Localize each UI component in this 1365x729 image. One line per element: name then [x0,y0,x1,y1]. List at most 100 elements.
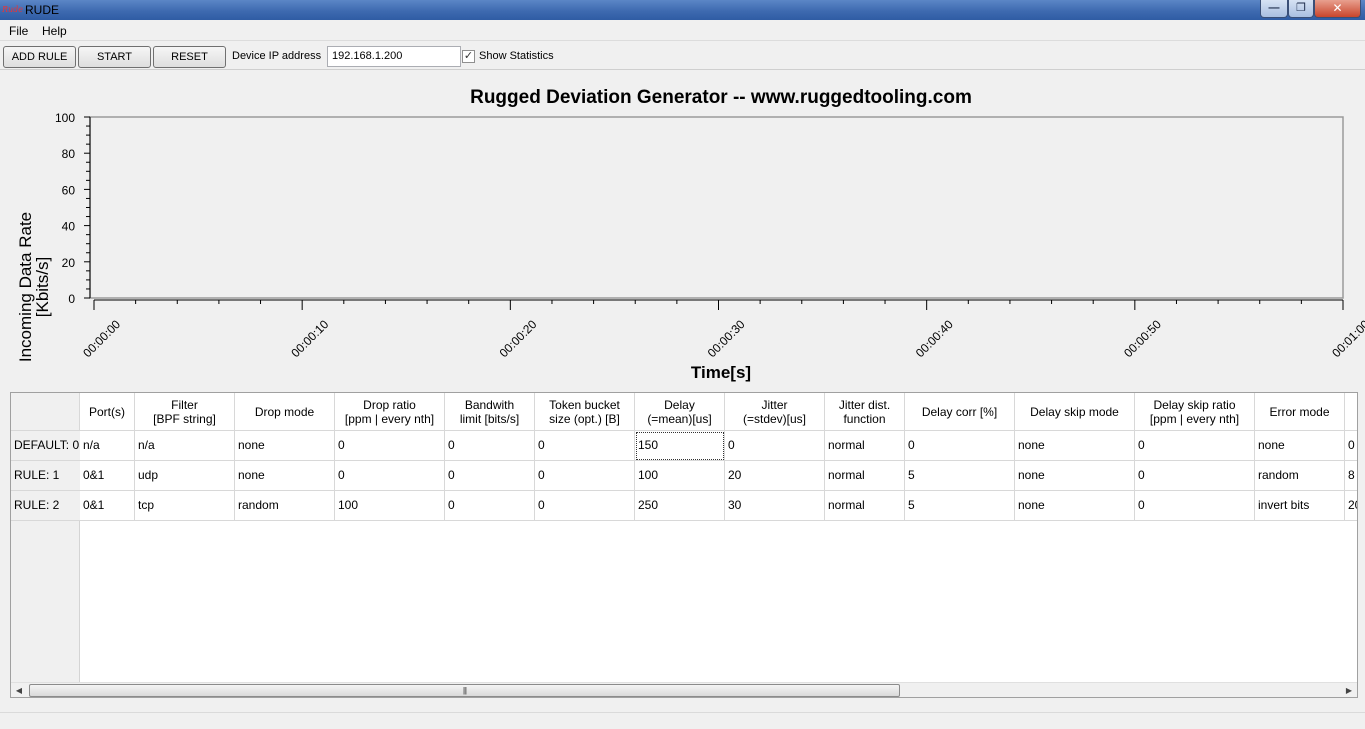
table-cell[interactable]: none [1015,491,1135,521]
rude-app-icon: Rude [2,5,24,14]
table-cell[interactable]: 8 [1345,461,1357,491]
table-cell[interactable]: none [1015,431,1135,461]
x-tick-label: 00:00:50 [1121,317,1164,360]
minimize-icon: — [1268,2,1280,14]
minimize-button[interactable]: — [1260,0,1288,18]
row-header[interactable]: DEFAULT: 0 [11,431,80,461]
x-tick-label: 00:00:30 [705,317,748,360]
chart-title: Rugged Deviation Generator -- www.rugged… [470,87,972,108]
checkmark-icon: ✓ [463,50,474,62]
table-cell[interactable]: 100 [635,461,725,491]
table-cell[interactable]: none [235,431,335,461]
table-cell[interactable]: 0 [905,431,1015,461]
window-title: RUDE [25,3,60,17]
table-cell[interactable]: none [235,461,335,491]
table-cell[interactable]: 0 [725,431,825,461]
table-cell[interactable]: 0 [1345,431,1357,461]
table-cell[interactable]: n/a [80,431,135,461]
table-cell[interactable]: 0&1 [80,491,135,521]
table-cell[interactable]: 0 [535,431,635,461]
table-cell[interactable]: 20 [1345,491,1357,521]
column-header[interactable]: Jitter dist. function [825,393,905,431]
y-tick-label: 60 [62,183,76,197]
y-tick-label: 20 [62,256,76,270]
scroll-left-icon[interactable]: ◀ [11,683,27,697]
column-header[interactable]: Delay skip mode [1015,393,1135,431]
table-cell[interactable]: none [1015,461,1135,491]
table-cell[interactable]: none [1255,431,1345,461]
title-bar: Rude RUDE — ❐ ✕ [0,0,1365,20]
scroll-right-icon[interactable]: ▶ [1341,683,1357,697]
column-header[interactable]: Jitter (=stdev)[us] [725,393,825,431]
restore-button[interactable]: ❐ [1288,0,1314,18]
table-cell[interactable]: 5 [905,461,1015,491]
table-cell[interactable]: random [235,491,335,521]
table-cell[interactable]: 30 [725,491,825,521]
column-header[interactable]: Drop ratio [ppm | every nth] [335,393,445,431]
table-cell[interactable]: 20 [725,461,825,491]
show-statistics-label: Show Statistics [479,50,554,62]
column-header[interactable]: Delay corr [%] [905,393,1015,431]
x-tick-label: 00:00:20 [497,317,540,360]
scrollbar-thumb[interactable]: ||| [29,684,900,697]
row-header[interactable]: RULE: 2 [11,491,80,521]
column-header[interactable]: Delay (=mean)[us] [635,393,725,431]
x-tick-label: 00:01:00 [1329,317,1365,360]
ip-label: Device IP address [232,50,322,62]
table-cell[interactable]: 250 [635,491,725,521]
table-cell[interactable]: n/a [135,431,235,461]
table-cell[interactable]: 100 [335,491,445,521]
column-header[interactable] [1345,393,1357,431]
table-cell[interactable]: 150 [635,431,725,461]
reset-button[interactable]: RESET [153,46,226,68]
row-header[interactable]: RULE: 1 [11,461,80,491]
table-cell[interactable]: 5 [905,491,1015,521]
device-ip-input[interactable]: 192.168.1.200 [327,46,461,67]
table-cell[interactable]: normal [825,461,905,491]
table-cell[interactable]: 0 [1135,461,1255,491]
x-tick-label: 00:00:00 [80,317,123,360]
incoming-rate-chart: Rugged Deviation Generator -- www.rugged… [16,87,1365,382]
menu-help[interactable]: Help [42,24,67,38]
column-header[interactable]: Error mode [1255,393,1345,431]
menu-bar: File Help [0,21,1365,41]
table-cell[interactable]: 0 [335,431,445,461]
table-cell[interactable]: udp [135,461,235,491]
column-header[interactable]: Token bucket size (opt.) [B] [535,393,635,431]
x-tick-label: 00:00:10 [288,317,331,360]
close-button[interactable]: ✕ [1314,0,1361,18]
y-tick-label: 80 [62,147,76,161]
horizontal-scrollbar[interactable]: ◀ ||| ▶ [11,682,1357,697]
corner-header [11,393,80,431]
table-cell[interactable]: random [1255,461,1345,491]
status-bar [0,712,1365,729]
table-cell[interactable]: 0 [1135,491,1255,521]
table-cell[interactable]: normal [825,431,905,461]
column-header[interactable]: Drop mode [235,393,335,431]
menu-file[interactable]: File [9,24,28,38]
plot-area [89,116,1344,299]
table-cell[interactable]: 0 [335,461,445,491]
table-cell[interactable]: 0 [535,491,635,521]
y-tick-label: 40 [62,220,76,234]
table-cell[interactable]: 0 [445,491,535,521]
table-cell[interactable]: 0 [445,461,535,491]
x-axis-label: Time[s] [691,363,751,382]
column-header[interactable]: Delay skip ratio [ppm | every nth] [1135,393,1255,431]
x-tick-label: 00:00:40 [913,317,956,360]
restore-icon: ❐ [1296,2,1306,14]
y-axis-label-line2: [Kbits/s] [33,257,52,317]
column-header[interactable]: Port(s) [80,393,135,431]
show-statistics-checkbox[interactable]: ✓ [462,50,475,63]
table-cell[interactable]: tcp [135,491,235,521]
table-cell[interactable]: 0&1 [80,461,135,491]
table-cell[interactable]: 0 [445,431,535,461]
column-header[interactable]: Bandwith limit [bits/s] [445,393,535,431]
start-button[interactable]: START [78,46,151,68]
table-cell[interactable]: 0 [535,461,635,491]
add-rule-button[interactable]: ADD RULE [3,46,76,68]
column-header[interactable]: Filter [BPF string] [135,393,235,431]
table-cell[interactable]: 0 [1135,431,1255,461]
table-cell[interactable]: invert bits [1255,491,1345,521]
table-cell[interactable]: normal [825,491,905,521]
